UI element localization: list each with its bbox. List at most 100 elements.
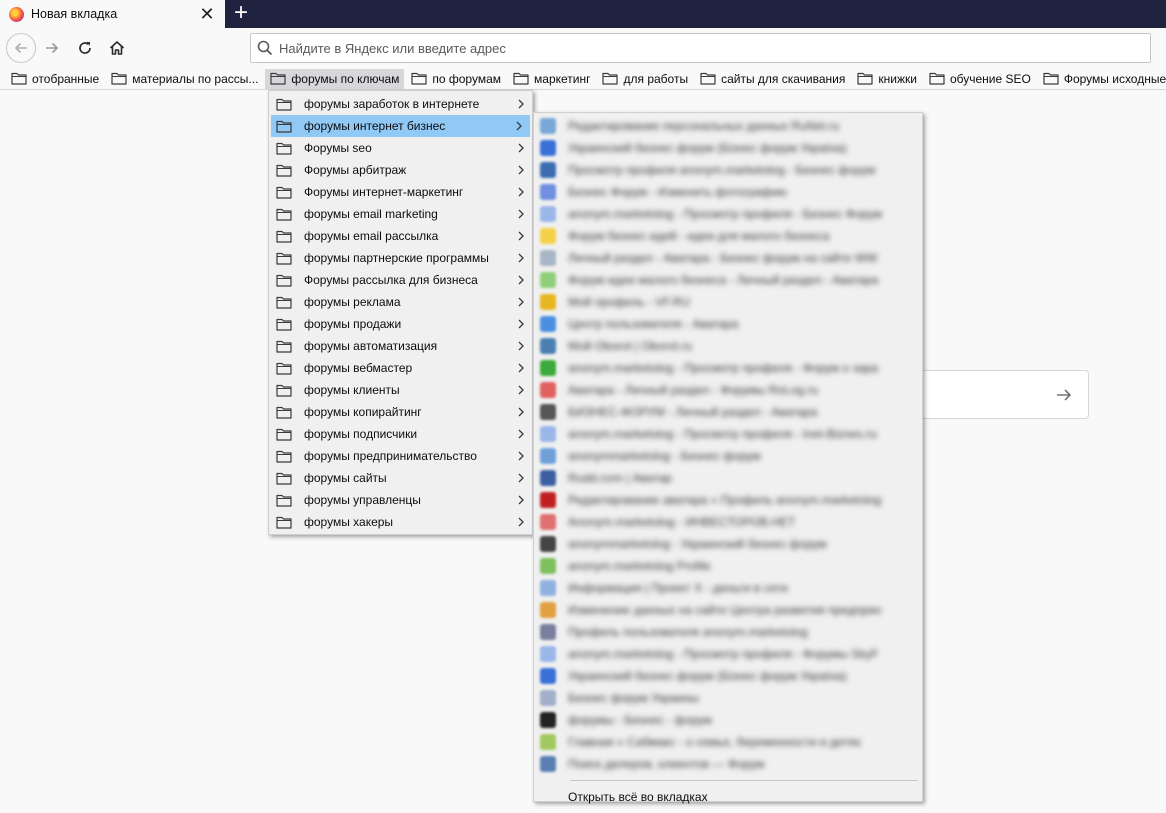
bookmark-item[interactable]: Поиск дилеров, клиентов — Форум <box>534 753 922 775</box>
folder-menu-item[interactable]: Форумы интернет-маркетинг <box>269 181 532 203</box>
folder-menu-item[interactable]: форумы email рассылка <box>269 225 532 247</box>
url-input[interactable] <box>279 40 1139 56</box>
bookmark-item[interactable]: Украинский бизнес форум (Бізнес форум Ук… <box>534 665 922 687</box>
folder-menu-item[interactable]: форумы партнерские программы <box>269 247 532 269</box>
bookmark-item[interactable]: Аватара - Личный раздел - Форумы RoLog.r… <box>534 379 922 401</box>
bookmark-item[interactable]: anonym.marketolog - Просмотр профиля - Б… <box>534 203 922 225</box>
navigation-toolbar <box>0 28 1166 68</box>
bookmark-folder[interactable]: по форумам <box>406 69 506 89</box>
folder-menu-item[interactable]: Форумы арбитраж <box>269 159 532 181</box>
bookmark-item[interactable]: Главная » Сабмакс - о семье, беременност… <box>534 731 922 753</box>
folder-menu-label: Форумы арбитраж <box>304 163 407 177</box>
folder-menu-item[interactable]: форумы копирайтинг <box>269 401 532 423</box>
folder-menu-item[interactable]: форумы продажи <box>269 313 532 335</box>
folder-icon <box>276 186 292 199</box>
favicon-icon <box>540 558 556 574</box>
bookmark-item[interactable]: Изменение данных на сайте Центра развити… <box>534 599 922 621</box>
folder-menu-item[interactable]: форумы управленцы <box>269 489 532 511</box>
bookmark-folder[interactable]: обучение SEO <box>924 69 1036 89</box>
bookmark-item-label: anonymmarketolog - Бизнес форум <box>568 449 761 463</box>
bookmark-item[interactable]: БИЗНЕС-ФОРУМ - Личный раздел - Аватара <box>534 401 922 423</box>
bookmark-item[interactable]: Редактирование аватара » Профиль anonym.… <box>534 489 922 511</box>
bookmark-item-label: Профиль пользователя anonym.marketolog <box>568 625 808 639</box>
forward-button[interactable] <box>38 34 66 62</box>
bookmark-item-label: anonym.marketolog - Просмотр профиля - I… <box>568 427 877 441</box>
new-tab-button[interactable]: + <box>228 0 254 26</box>
folder-menu-label: форумы интернет бизнес <box>304 119 446 133</box>
favicon-icon <box>540 404 556 420</box>
chevron-right-icon <box>517 494 525 506</box>
folder-menu-label: форумы партнерские программы <box>304 251 489 265</box>
bookmark-folder[interactable]: Форумы исходные <box>1038 69 1166 89</box>
folder-menu-item[interactable]: форумы предпринимательство <box>269 445 532 467</box>
bookmark-item[interactable]: Rudd.com | Аватар <box>534 467 922 489</box>
bookmark-item-label: Аватара - Личный раздел - Форумы RoLog.r… <box>568 383 818 397</box>
folder-icon <box>276 252 292 265</box>
bookmark-item[interactable]: Форум идеи малого бизнеса - Личный разде… <box>534 269 922 291</box>
folder-icon <box>1043 72 1059 85</box>
url-bar[interactable] <box>250 33 1151 63</box>
bookmark-item[interactable]: Центр пользователя - Аватара <box>534 313 922 335</box>
folder-menu-item[interactable]: форумы реклама <box>269 291 532 313</box>
chevron-right-icon <box>517 296 525 308</box>
bookmark-folder[interactable]: книжки <box>852 69 922 89</box>
bookmark-item[interactable]: Просмотр профиля anonym.marketolog - Биз… <box>534 159 922 181</box>
bookmark-item[interactable]: Мой профиль - VF.RU <box>534 291 922 313</box>
folder-menu-item[interactable]: форумы заработок в интернете <box>269 93 532 115</box>
folder-icon <box>857 72 873 85</box>
folder-menu-item[interactable]: форумы хакеры <box>269 511 532 533</box>
folder-menu-item[interactable]: форумы интернет бизнес <box>271 115 530 137</box>
bookmark-folder[interactable]: форумы по ключам <box>265 68 405 89</box>
bookmark-item[interactable]: Мой Oborot | Oborot.ru <box>534 335 922 357</box>
folder-menu-item[interactable]: Форумы рассылка для бизнеса <box>269 269 532 291</box>
folder-menu-item[interactable]: Форумы seo <box>269 137 532 159</box>
bookmark-item[interactable]: Редактирование персональных данных RuNet… <box>534 115 922 137</box>
bookmark-folder[interactable]: для работы <box>597 69 693 89</box>
chevron-right-icon <box>517 208 525 220</box>
folder-menu-item[interactable]: форумы подписчики <box>269 423 532 445</box>
bookmark-item[interactable]: anonymmarketolog - Украинский бизнес фор… <box>534 533 922 555</box>
folder-menu-label: форумы клиенты <box>304 383 400 397</box>
reload-button[interactable] <box>71 34 99 62</box>
bookmark-item[interactable]: Информация | Проект X - деньги в сети <box>534 577 922 599</box>
folder-icon <box>276 208 292 221</box>
bookmark-item[interactable]: anonym.marketolog - Просмотр профиля - I… <box>534 423 922 445</box>
tab-new-tab[interactable]: Новая вкладка ✕ <box>0 0 225 28</box>
folder-menu-item[interactable]: форумы email marketing <box>269 203 532 225</box>
bookmark-item[interactable]: anonym.marketolog - Просмотр профиля - Ф… <box>534 643 922 665</box>
bookmark-item[interactable]: Профиль пользователя anonym.marketolog <box>534 621 922 643</box>
folder-menu-label: форумы копирайтинг <box>304 405 422 419</box>
bookmark-folder[interactable]: отобранные <box>6 69 104 89</box>
bookmark-item[interactable]: anonym.marketolog - Просмотр профиля - Ф… <box>534 357 922 379</box>
bookmark-item[interactable]: форумы - Бизнес - форум <box>534 709 922 731</box>
bookmark-item-label: Бизнес Форум - Изменить фотографию <box>568 185 787 199</box>
bookmark-folder[interactable]: сайты для скачивания <box>695 69 850 89</box>
open-all-in-tabs-item[interactable]: Открыть всё во вкладках <box>534 786 922 808</box>
home-button[interactable] <box>103 34 131 62</box>
bookmark-item-label: anonym.marketolog - Просмотр профиля - Ф… <box>568 361 879 375</box>
bookmark-item[interactable]: Бизнес форум Украины <box>534 687 922 709</box>
bookmark-item[interactable]: Бизнес Форум - Изменить фотографию <box>534 181 922 203</box>
folder-menu-item[interactable]: форумы автоматизация <box>269 335 532 357</box>
bookmark-folder[interactable]: материалы по рассы... <box>106 69 263 89</box>
chevron-right-icon <box>517 252 525 264</box>
bookmark-item[interactable]: anonymmarketolog - Бизнес форум <box>534 445 922 467</box>
bookmark-item[interactable]: Anonym.marketolog - ИНВЕСТОРОВ.НЕТ <box>534 511 922 533</box>
favicon-icon <box>540 140 556 156</box>
bookmark-item[interactable]: anonym.marketolog Profile <box>534 555 922 577</box>
folder-menu-item[interactable]: форумы сайты <box>269 467 532 489</box>
chevron-right-icon <box>517 340 525 352</box>
bookmark-item[interactable]: Личный раздел - Аватара - Бизнес форум н… <box>534 247 922 269</box>
bookmark-folder[interactable]: маркетинг <box>508 69 595 89</box>
bookmark-item[interactable]: Украинский бизнес форум (Бізнес форум Ук… <box>534 137 922 159</box>
folder-menu-item[interactable]: форумы вебмастер <box>269 357 532 379</box>
folder-menu-item[interactable]: форумы клиенты <box>269 379 532 401</box>
folder-icon <box>276 516 292 529</box>
favicon-icon <box>540 580 556 596</box>
back-button[interactable] <box>6 33 36 63</box>
favicon-icon <box>540 360 556 376</box>
arrow-right-icon[interactable] <box>1054 385 1074 405</box>
close-tab-icon[interactable]: ✕ <box>197 4 217 24</box>
bookmark-item[interactable]: Форум бизнес идей - идеи для малого бизн… <box>534 225 922 247</box>
page-search-box[interactable] <box>900 370 1089 419</box>
